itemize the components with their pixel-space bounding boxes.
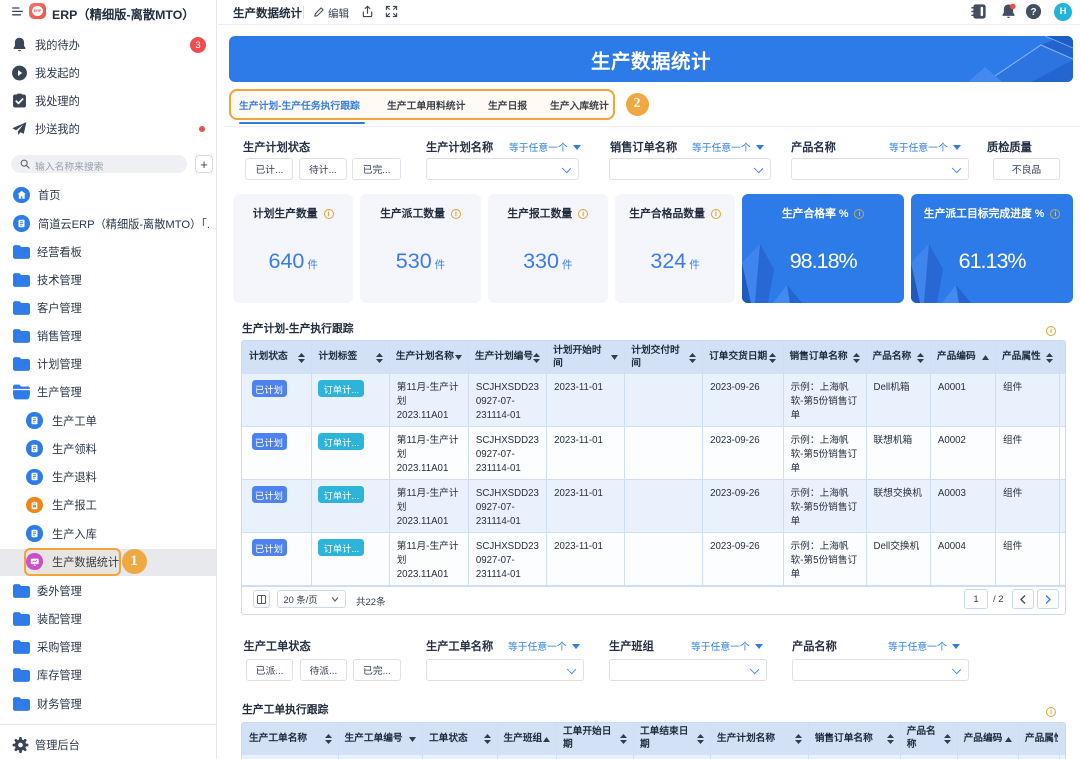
svg-text:?: ? [1030, 7, 1036, 18]
